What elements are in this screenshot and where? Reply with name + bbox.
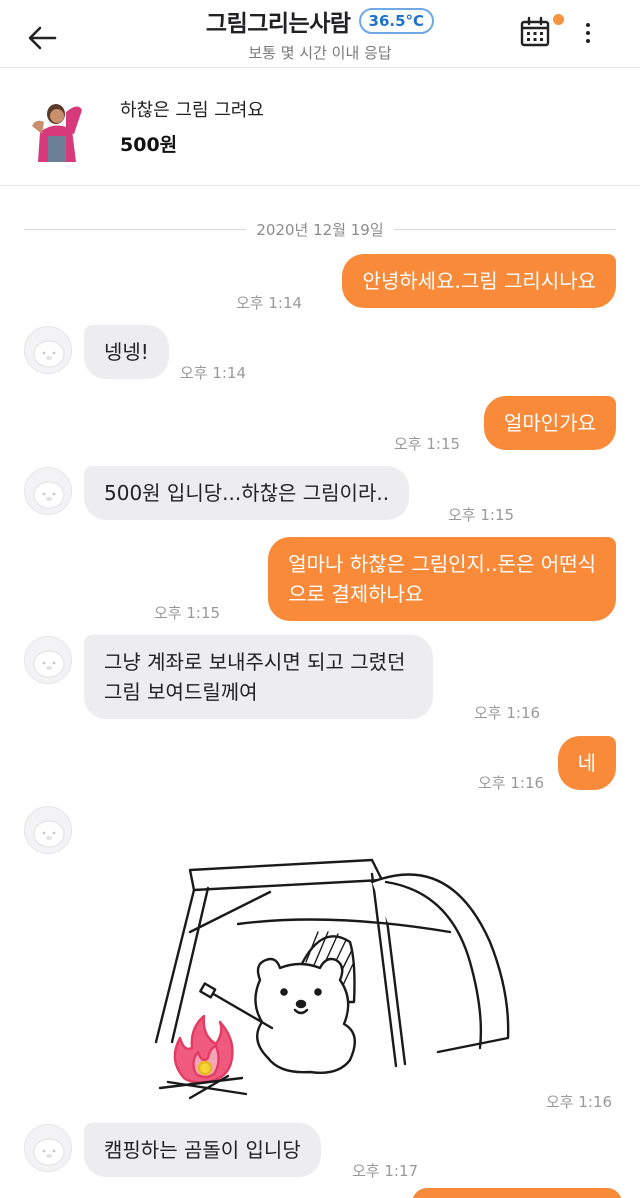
message-time: 오후 1:15 xyxy=(394,435,461,453)
manner-temperature-badge: 36.5°C xyxy=(358,8,435,34)
message-text: 얼마인가요 xyxy=(504,411,596,435)
more-dot xyxy=(586,39,590,43)
seller-name: 그림그리는사람 xyxy=(205,11,351,37)
message-time: 오후 1:15 xyxy=(154,604,221,622)
calendar-icon xyxy=(520,16,550,47)
more-vertical-icon xyxy=(586,23,590,27)
divider xyxy=(24,228,247,230)
message-time: 오후 1:15 xyxy=(448,506,515,524)
message-time: 오후 1:16 xyxy=(478,774,545,792)
message-text-line: 얼마나 하찮은 그림인지..돈은 어떤식 xyxy=(288,552,596,576)
my-message-bubble[interactable]: 안녕하세요.그림 그리시나요 xyxy=(342,254,616,308)
their-message-bubble[interactable]: 넹넹! xyxy=(84,325,169,379)
my-message-bubble-partial[interactable] xyxy=(412,1188,622,1198)
product-info-bar[interactable]: 하찮은 그림 그려요 500원 xyxy=(0,68,640,186)
avatar[interactable] xyxy=(24,636,72,684)
message-text-line: 그림 보여드릴께여 xyxy=(104,680,258,704)
avatar[interactable] xyxy=(24,1124,72,1172)
notification-dot xyxy=(553,14,564,25)
default-avatar-icon xyxy=(25,807,71,853)
message-time: 오후 1:17 xyxy=(352,1162,419,1180)
product-thumbnail xyxy=(26,92,92,162)
more-dot xyxy=(586,31,590,35)
date-separator: 2020년 12월 19일 xyxy=(24,218,617,240)
bear-camping-sticker-image[interactable] xyxy=(150,852,520,1112)
message-text: 네 xyxy=(577,751,596,775)
product-title: 하찮은 그림 그려요 xyxy=(120,100,264,121)
their-message-bubble[interactable]: 그냥 계좌로 보내주시면 되고 그렸던 그림 보여드릴께여 xyxy=(84,635,434,719)
my-message-bubble[interactable]: 얼마인가요 xyxy=(484,396,616,450)
my-message-bubble[interactable]: 네 xyxy=(557,736,616,790)
avatar[interactable] xyxy=(24,326,72,374)
date-text: 2020년 12월 19일 xyxy=(256,220,384,239)
default-avatar-icon xyxy=(25,1125,71,1171)
my-message-bubble[interactable]: 얼마나 하찮은 그림인지..돈은 어떤식 으로 결제하나요 xyxy=(268,537,616,621)
avatar[interactable] xyxy=(24,806,72,854)
message-time: 오후 1:14 xyxy=(180,364,247,382)
more-options-button[interactable] xyxy=(574,18,602,48)
message-text-line: 그냥 계좌로 보내주시면 되고 그렸던 xyxy=(104,650,406,674)
default-avatar-icon xyxy=(25,637,71,683)
calendar-button[interactable] xyxy=(520,16,554,50)
message-time: 오후 1:16 xyxy=(474,704,541,722)
divider xyxy=(393,228,617,230)
message-time: 오후 1:16 xyxy=(546,1093,613,1111)
message-text: 안녕하세요.그림 그리시나요 xyxy=(362,269,596,293)
chat-header: 그림그리는사람 36.5°C 보통 몇 시간 이내 응답 xyxy=(0,0,640,68)
message-text: 500원 입니당...하찮은 그림이라.. xyxy=(104,481,390,505)
default-avatar-icon xyxy=(25,327,71,373)
default-avatar-icon xyxy=(25,468,71,514)
message-time: 오후 1:14 xyxy=(236,294,303,312)
message-text: 넹넹! xyxy=(104,340,149,364)
avatar[interactable] xyxy=(24,467,72,515)
message-text: 캠핑하는 곰돌이 입니당 xyxy=(104,1138,301,1162)
message-text-line: 으로 결제하나요 xyxy=(288,582,424,606)
their-message-bubble[interactable]: 캠핑하는 곰돌이 입니당 xyxy=(84,1123,321,1177)
their-message-bubble[interactable]: 500원 입니당...하찮은 그림이라.. xyxy=(84,466,410,520)
product-price: 500원 xyxy=(120,134,178,156)
